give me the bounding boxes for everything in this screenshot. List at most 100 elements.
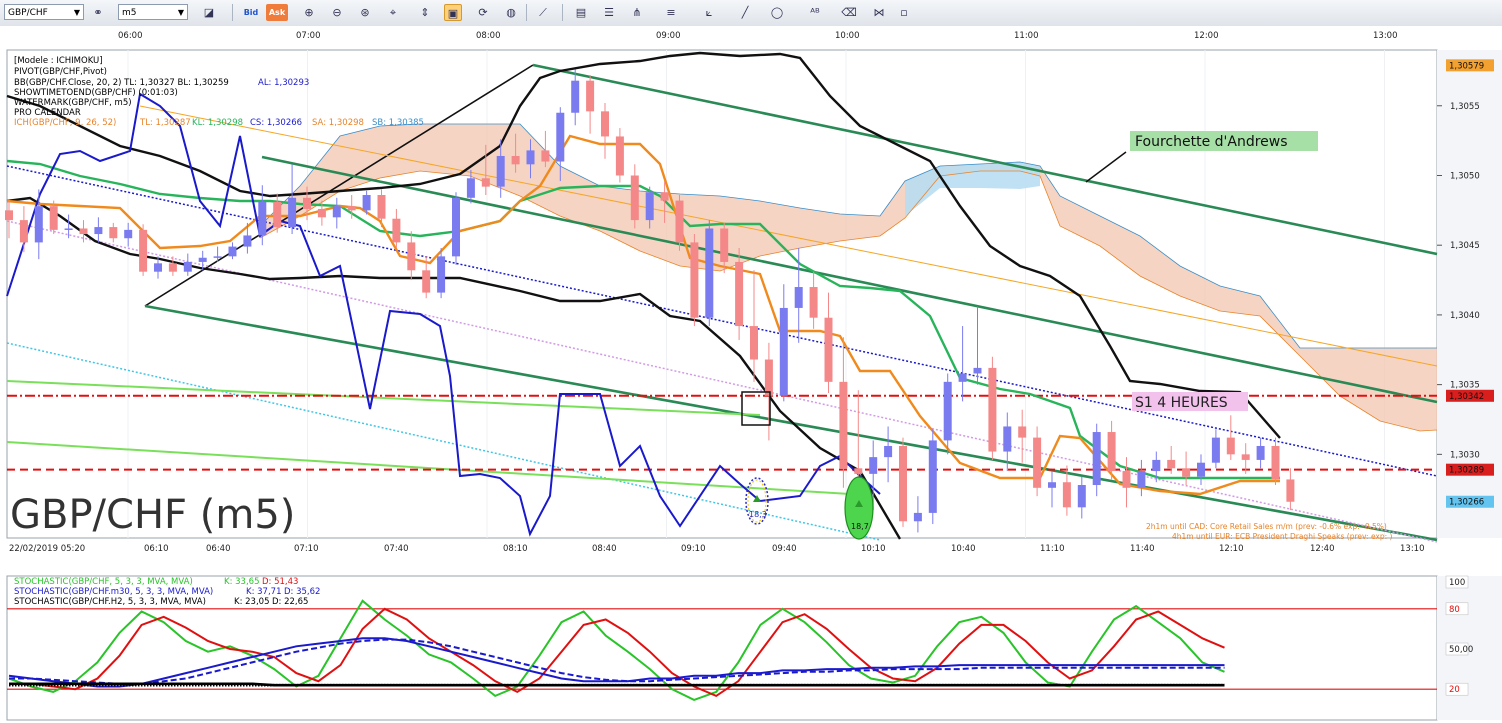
candle-body — [869, 457, 878, 474]
candle-body — [49, 206, 58, 230]
candle-body — [496, 155, 505, 187]
eraser-icon[interactable]: ⌫ — [840, 4, 858, 21]
candle-body — [720, 228, 729, 262]
candle-body — [973, 367, 982, 374]
candle-body — [630, 175, 639, 221]
stoch-legend-2-d: D: 35,62 — [284, 587, 320, 597]
chart-toolbar: GBP/CHF ▼ ⚭ m5 ▼ ◪ Bid Ask ⊕ ⊖ ⊛ ⌖ ⇕ ▣ ⟳ ◍… — [0, 0, 1502, 27]
legend-ichimoku-tl: TL: 1,30287 — [139, 118, 191, 128]
ruler-icon[interactable]: ⟋ — [534, 4, 552, 21]
top-time-label: 13:00 — [1373, 31, 1398, 41]
globe-icon[interactable]: ◍ — [502, 4, 520, 21]
candle-body — [779, 307, 788, 396]
candle-body — [601, 111, 609, 137]
template-icon[interactable]: ▣ — [444, 4, 462, 21]
candle-body — [198, 257, 207, 262]
zoom-fit-icon[interactable]: ⊛ — [356, 4, 374, 21]
candle-body — [884, 445, 893, 458]
fan-icon[interactable]: ⟀ — [700, 4, 718, 21]
candle-body — [1048, 482, 1056, 488]
candle-body — [735, 261, 744, 327]
bid-button[interactable]: Bid — [240, 4, 262, 21]
calendar-event-1: 2h1m until CAD: Core Retail Sales m/m (p… — [1146, 522, 1387, 531]
stoch-tick-label: 80 — [1449, 605, 1460, 615]
symbol-select-value: GBP/CHF — [8, 8, 48, 18]
candle-body — [332, 206, 341, 218]
more-icon[interactable]: ▫ — [895, 4, 913, 21]
bottom-time-label: 12:10 — [1219, 544, 1244, 554]
bottom-time-label: 08:10 — [503, 544, 528, 554]
candle-body — [273, 201, 282, 228]
candle-body — [556, 112, 565, 162]
candle-body — [764, 359, 773, 396]
ask-button[interactable]: Ask — [266, 4, 288, 21]
candle-body — [139, 229, 148, 272]
candle-body — [392, 218, 401, 243]
chart-area[interactable]: GBP/CHF (m5) [Modele : ICHIMOKU] PIVOT(G… — [0, 26, 1502, 723]
candle-body — [466, 178, 475, 198]
rotate-icon[interactable]: ⟳ — [474, 4, 492, 21]
picture-icon[interactable]: ▤ — [572, 4, 590, 21]
link-icon[interactable]: ⚭ — [89, 4, 107, 21]
news-icon[interactable]: ☰ — [600, 4, 618, 21]
price-tag-label: 1,30289 — [1449, 466, 1484, 476]
line-chart-icon[interactable]: ◪ — [200, 4, 218, 21]
fork-icon[interactable]: ⋔ — [628, 4, 646, 21]
zoom-in-icon[interactable]: ⊕ — [300, 4, 318, 21]
bottom-time-label: 13:10 — [1400, 544, 1425, 554]
candle-body — [988, 367, 997, 452]
stoch-legend-2-k: K: 37,71 — [246, 587, 281, 597]
candle-body — [1256, 445, 1265, 460]
candle-body — [1182, 468, 1191, 477]
candle-body — [943, 381, 952, 441]
candle-body — [124, 229, 133, 239]
candle-body — [452, 197, 460, 257]
tree-icon[interactable]: ⋈ — [870, 4, 888, 21]
candle-body — [675, 200, 684, 243]
crosshair-icon[interactable]: ⌖ — [384, 4, 402, 21]
bottom-time-label: 09:40 — [772, 544, 797, 554]
chevron-down-icon: ▼ — [73, 8, 80, 17]
candle-body — [109, 227, 118, 239]
bottom-time-label: 07:10 — [294, 544, 319, 554]
candle-body — [615, 136, 624, 176]
hlines-icon[interactable]: ≡ — [662, 4, 680, 21]
legend-line-bb-al: AL: 1,30293 — [258, 78, 309, 88]
candle-body — [258, 201, 267, 236]
candle-body — [839, 381, 848, 469]
text-icon[interactable]: ᴬᴮ — [806, 4, 824, 21]
candle-body — [303, 197, 311, 209]
candle-body — [899, 445, 907, 522]
calendar-event-2: 4h1m until EUR: ECB President Draghi Spe… — [1172, 532, 1393, 541]
s1-label: S1 4 HEURES — [1135, 395, 1228, 411]
bottom-time-label: 06:10 — [144, 544, 169, 554]
candle-body — [824, 317, 833, 382]
symbol-select[interactable]: GBP/CHF ▼ — [4, 4, 84, 20]
scroll-icon[interactable]: ⇕ — [416, 4, 434, 21]
candle-body — [1211, 437, 1220, 463]
candle-body — [481, 178, 490, 187]
timeframe-select[interactable]: m5 ▼ — [118, 4, 188, 20]
candle-body — [928, 440, 937, 513]
candle-body — [64, 228, 73, 230]
legend-line-model: [Modele : ICHIMOKU] — [14, 56, 103, 66]
candle-body — [1226, 437, 1235, 455]
legend-ichimoku-kl: KL: 1,30298 — [192, 118, 243, 128]
bubble-icon[interactable]: ◯ — [768, 4, 786, 21]
candle-body — [213, 256, 222, 258]
stoch-legend-3-d: D: 22,65 — [272, 597, 308, 607]
stoch-tick-label: 20 — [1449, 685, 1460, 695]
candle-body — [511, 155, 520, 165]
candle-body — [1167, 459, 1176, 469]
candle-body — [705, 228, 714, 318]
candle-body — [1286, 479, 1295, 502]
line-icon[interactable]: ╱ — [736, 4, 754, 21]
signal-marker-2-label: 18,7 — [851, 522, 869, 531]
candle-body — [1122, 471, 1131, 488]
stoch-legend-1: STOCHASTIC(GBP/CHF, 5, 3, 3, MVA, MVA) — [14, 577, 193, 587]
candle-body — [288, 197, 297, 228]
legend-ichimoku-sb: SB: 1,30385 — [372, 118, 424, 128]
bottom-time-label: 09:10 — [681, 544, 706, 554]
zoom-out-icon[interactable]: ⊖ — [328, 4, 346, 21]
candle-body — [1077, 485, 1086, 508]
